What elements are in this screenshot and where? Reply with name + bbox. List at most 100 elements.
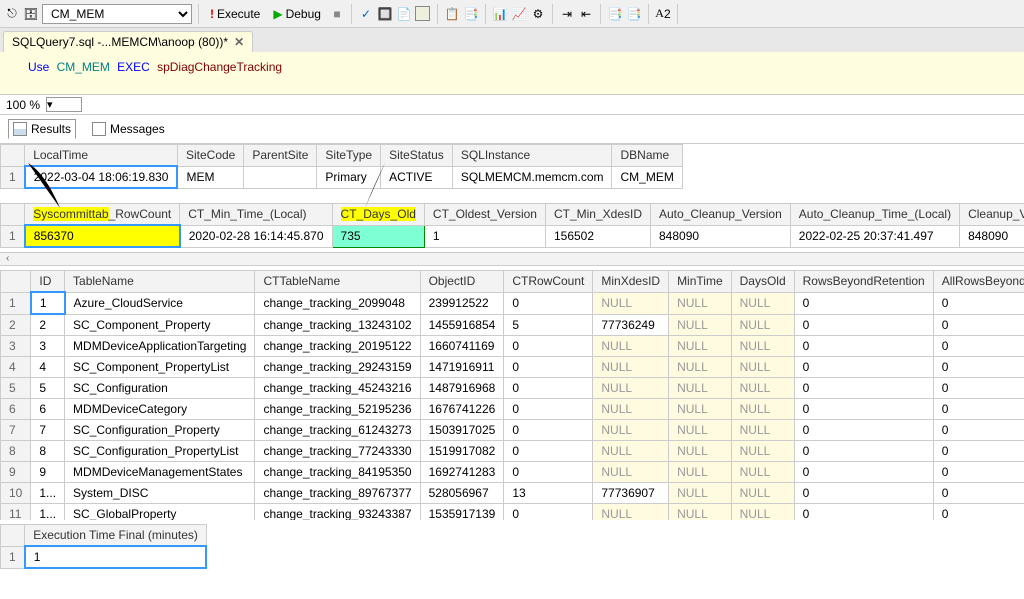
cell[interactable]: 13: [504, 483, 593, 504]
cell[interactable]: SC_Component_PropertyList: [65, 357, 255, 378]
table-row[interactable]: 11Azure_CloudServicechange_tracking_2099…: [1, 292, 1024, 314]
font-icon[interactable]: A2: [655, 6, 671, 22]
cell[interactable]: NULL: [669, 504, 732, 521]
options-icon-2[interactable]: 📄: [396, 6, 412, 22]
tab-messages[interactable]: Messages: [88, 120, 169, 138]
cell[interactable]: 0: [504, 292, 593, 314]
row-number[interactable]: 4: [1, 357, 31, 378]
sql-editor[interactable]: Use CM_MEM EXEC spDiagChangeTracking: [0, 52, 1024, 95]
col-minxdesid[interactable]: MinXdesID: [593, 271, 669, 293]
col-cttablename[interactable]: CTTableName: [255, 271, 420, 293]
cell[interactable]: NULL: [593, 292, 669, 314]
cell[interactable]: NULL: [731, 483, 794, 504]
cell[interactable]: 0: [794, 292, 933, 314]
cell[interactable]: NULL: [593, 462, 669, 483]
col-sitestatus[interactable]: SiteStatus: [381, 145, 453, 167]
cell[interactable]: 77736907: [593, 483, 669, 504]
cell[interactable]: 0: [933, 504, 1024, 521]
cell-exectime[interactable]: 1: [25, 546, 207, 568]
cell[interactable]: 0: [504, 336, 593, 357]
cell[interactable]: 4: [31, 357, 65, 378]
row-number[interactable]: 11: [1, 504, 31, 521]
cell[interactable]: NULL: [669, 378, 732, 399]
cell[interactable]: change_tracking_89767377: [255, 483, 420, 504]
row-number[interactable]: 9: [1, 462, 31, 483]
cell[interactable]: SC_Component_Property: [65, 314, 255, 336]
row-number[interactable]: 8: [1, 441, 31, 462]
cell-ctminxdesid[interactable]: 156502: [545, 225, 650, 247]
cell[interactable]: 1535917139: [420, 504, 504, 521]
outdent-icon[interactable]: ⇤: [578, 6, 594, 22]
cell[interactable]: NULL: [731, 462, 794, 483]
row-number[interactable]: 2: [1, 314, 31, 336]
table-row[interactable]: 99MDMDeviceManagementStateschange_tracki…: [1, 462, 1024, 483]
indent-icon[interactable]: ⇥: [559, 6, 575, 22]
cell[interactable]: MDMDeviceApplicationTargeting: [65, 336, 255, 357]
table-row[interactable]: 1 1: [1, 546, 207, 568]
cell[interactable]: change_tracking_93243387: [255, 504, 420, 521]
cell[interactable]: SC_Configuration_Property: [65, 420, 255, 441]
cell[interactable]: 8: [31, 441, 65, 462]
cell[interactable]: NULL: [731, 504, 794, 521]
cell-parentsite[interactable]: [244, 166, 317, 188]
cell[interactable]: change_tracking_29243159: [255, 357, 420, 378]
cell[interactable]: System_DISC: [65, 483, 255, 504]
cell[interactable]: NULL: [593, 336, 669, 357]
cell[interactable]: NULL: [669, 441, 732, 462]
cell[interactable]: 0: [933, 378, 1024, 399]
results-grid-icon[interactable]: [415, 6, 431, 22]
cell[interactable]: 3: [31, 336, 65, 357]
cell[interactable]: 0: [504, 357, 593, 378]
cell[interactable]: 0: [794, 378, 933, 399]
bookmark-next-icon[interactable]: 📑: [626, 6, 642, 22]
cell[interactable]: NULL: [731, 314, 794, 336]
cell[interactable]: 9: [31, 462, 65, 483]
query-options-icon[interactable]: ⚙: [530, 6, 546, 22]
cell[interactable]: 0: [504, 504, 593, 521]
cell-dbname[interactable]: CM_MEM: [612, 166, 682, 188]
cell[interactable]: NULL: [669, 357, 732, 378]
parse-icon[interactable]: ✓: [358, 6, 374, 22]
cell[interactable]: 6: [31, 399, 65, 420]
cell[interactable]: MDMDeviceManagementStates: [65, 462, 255, 483]
cell[interactable]: 0: [794, 399, 933, 420]
cell[interactable]: NULL: [593, 357, 669, 378]
cell[interactable]: NULL: [669, 399, 732, 420]
cell[interactable]: 1455916854: [420, 314, 504, 336]
cell[interactable]: 1676741226: [420, 399, 504, 420]
col-tablename[interactable]: TableName: [65, 271, 255, 293]
table-row[interactable]: 101...System_DISCchange_tracking_8976737…: [1, 483, 1024, 504]
cell[interactable]: change_tracking_61243273: [255, 420, 420, 441]
cell[interactable]: NULL: [593, 420, 669, 441]
cell[interactable]: change_tracking_13243102: [255, 314, 420, 336]
col-mintime[interactable]: MinTime: [669, 271, 732, 293]
cell[interactable]: 7: [31, 420, 65, 441]
debug-button[interactable]: ▶ Debug: [268, 5, 326, 23]
col-sitecode[interactable]: SiteCode: [177, 145, 243, 167]
col-ctminxdesid[interactable]: CT_Min_XdesID: [545, 204, 650, 226]
cell[interactable]: 1471916911: [420, 357, 504, 378]
cell[interactable]: 5: [31, 378, 65, 399]
col-objectid[interactable]: ObjectID: [420, 271, 504, 293]
cell[interactable]: 0: [794, 504, 933, 521]
cell[interactable]: 1692741283: [420, 462, 504, 483]
cell-cleanupversion[interactable]: 848090: [960, 225, 1024, 247]
cell[interactable]: 1...: [31, 483, 65, 504]
table-row[interactable]: 55SC_Configurationchange_tracking_452432…: [1, 378, 1024, 399]
cell[interactable]: NULL: [669, 483, 732, 504]
table-row[interactable]: 22SC_Component_Propertychange_tracking_1…: [1, 314, 1024, 336]
cell[interactable]: 0: [794, 483, 933, 504]
cell[interactable]: 528056967: [420, 483, 504, 504]
cell[interactable]: 0: [504, 441, 593, 462]
col-ctmintime[interactable]: CT_Min_Time_(Local): [180, 204, 332, 226]
row-number[interactable]: 10: [1, 483, 31, 504]
comment-icon[interactable]: 📊: [492, 6, 508, 22]
cell[interactable]: NULL: [731, 378, 794, 399]
table-row[interactable]: 66MDMDeviceCategorychange_tracking_52195…: [1, 399, 1024, 420]
cell[interactable]: 0: [504, 378, 593, 399]
col-cleanupversion[interactable]: Cleanup_Version: [960, 204, 1024, 226]
cell[interactable]: SC_GlobalProperty: [65, 504, 255, 521]
table-row[interactable]: 44SC_Component_PropertyListchange_tracki…: [1, 357, 1024, 378]
cell[interactable]: 0: [933, 336, 1024, 357]
zoom-dropdown[interactable]: ▾: [46, 97, 82, 112]
